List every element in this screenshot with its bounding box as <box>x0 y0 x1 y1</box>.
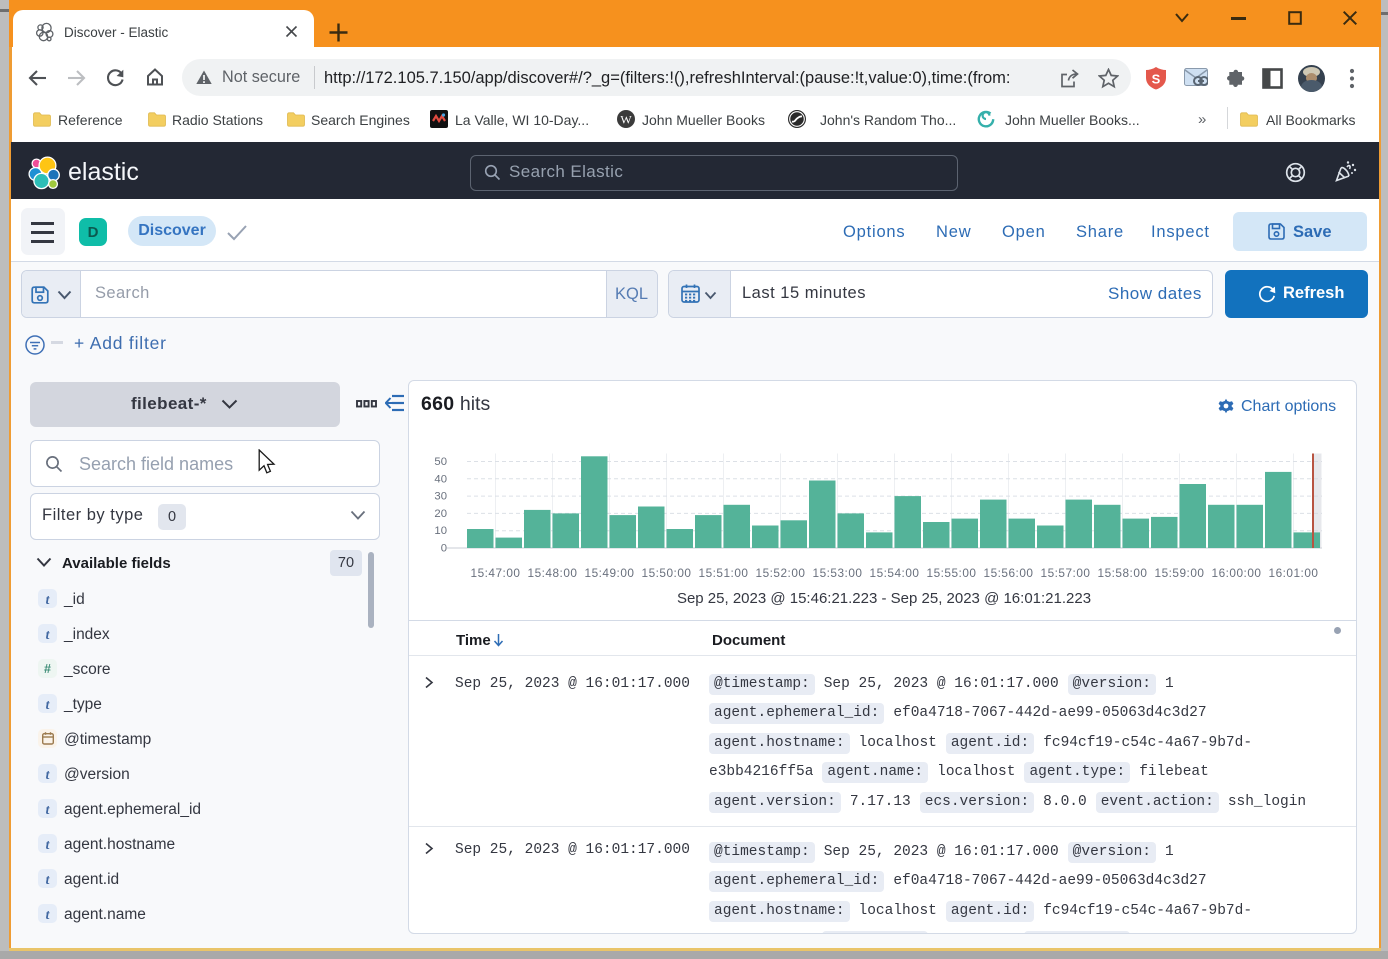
svg-text:15:51:00: 15:51:00 <box>699 566 749 580</box>
svg-text:16:01:00: 16:01:00 <box>1269 566 1319 580</box>
svg-text:15:50:00: 15:50:00 <box>642 566 692 580</box>
svg-text:15:49:00: 15:49:00 <box>585 566 635 580</box>
svg-text:S: S <box>1152 72 1161 87</box>
svg-text:15:59:00: 15:59:00 <box>1155 566 1205 580</box>
svg-text:15:58:00: 15:58:00 <box>1098 566 1148 580</box>
svg-text:20: 20 <box>434 508 447 520</box>
svg-text:15:48:00: 15:48:00 <box>528 566 578 580</box>
svg-text:15:57:00: 15:57:00 <box>1041 566 1091 580</box>
svg-text:W: W <box>620 113 632 127</box>
svg-text:15:47:00: 15:47:00 <box>471 566 521 580</box>
svg-text:15:53:00: 15:53:00 <box>813 566 863 580</box>
svg-text:30: 30 <box>434 491 447 503</box>
svg-text:15:55:00: 15:55:00 <box>927 566 977 580</box>
svg-text:16:00:00: 16:00:00 <box>1212 566 1262 580</box>
svg-text:50: 50 <box>434 456 447 468</box>
svg-text:40: 40 <box>434 473 447 485</box>
svg-text:15:56:00: 15:56:00 <box>984 566 1034 580</box>
svg-text:15:54:00: 15:54:00 <box>870 566 920 580</box>
svg-text:15:52:00: 15:52:00 <box>756 566 806 580</box>
svg-text:0: 0 <box>441 543 447 555</box>
svg-text:10: 10 <box>434 525 447 537</box>
